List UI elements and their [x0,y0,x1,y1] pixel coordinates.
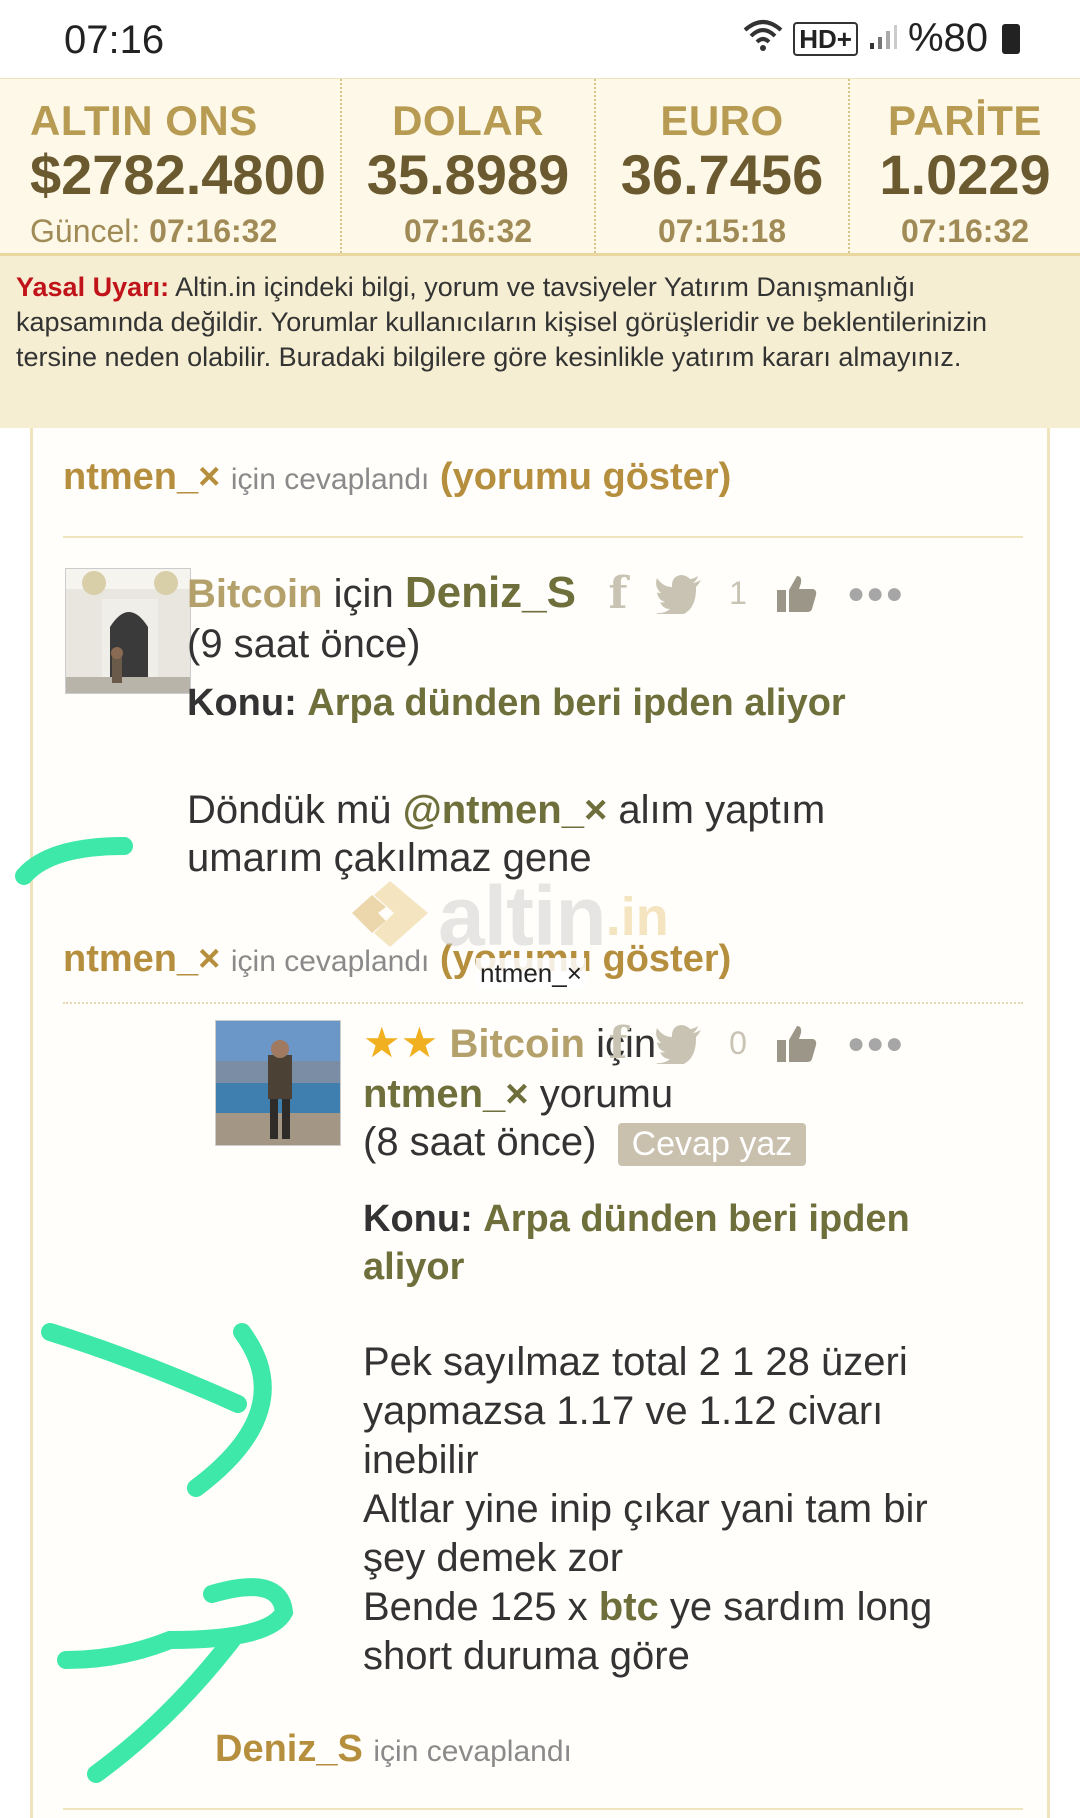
reply-header-user[interactable]: Deniz_S [215,1728,363,1770]
avatar[interactable] [215,1020,341,1146]
legal-warning-title: Yasal Uyarı: [16,272,170,302]
comment-body-line: short duruma göre [363,1634,690,1678]
comment-symbol[interactable]: Bitcoin [187,572,323,616]
comment-body-line: Altlar yine inip çıkar yani tam bir [363,1487,928,1531]
comments-panel: ntmen_× için cevaplandı (yorumu göster) … [30,428,1050,1818]
comment-topic-link[interactable]: Arpa dünden beri ipden [483,1198,909,1240]
ticker-value: 36.7456 [620,143,824,206]
like-count: 1 [729,575,747,611]
comment-time: (8 saat önce) [363,1120,597,1164]
comment-body-line: yapmazsa 1.17 ve 1.12 civarı [363,1389,884,1433]
comment-topic-link[interactable]: aliyor [363,1246,464,1289]
reply-button[interactable]: Cevap yaz [617,1122,807,1166]
network-type-badge: HD+ [793,21,858,56]
logo-icon [350,879,430,954]
more-options-icon[interactable]: ●●● [847,577,904,611]
comment-body-text: alım yaptım [618,788,826,832]
ticker-time: 07:15:18 [657,213,787,249]
divider [63,1002,1023,1004]
signal-icon [868,16,898,61]
facebook-share-icon[interactable]: f [593,1018,643,1069]
battery-icon [1002,23,1020,54]
ticker-value: 35.8989 [366,143,570,206]
watermark-text: altin [438,869,607,963]
reply-header: Deniz_S için cevaplandı [215,1728,572,1771]
price-ticker: ALTIN ONS $2782.4800 Güncel: 07:16:32 DO… [0,78,1080,256]
ticker-euro[interactable]: EURO 36.7456 07:15:18 [594,79,848,253]
comment-body-line: Bende 125 x btc ye sardım long [363,1585,932,1630]
like-icon[interactable] [775,1024,819,1064]
ticker-dollar[interactable]: DOLAR 35.8989 07:16:32 [340,79,594,253]
comment-body-text: ye sardım long [669,1585,933,1629]
ticker-time-value: 07:16:32 [149,213,278,249]
ticker-label: EURO [660,97,784,144]
comment-time-line: (8 saat önce) Cevap yaz [363,1120,807,1166]
status-bar: 07:16 HD+ %80 [0,0,1080,78]
battery-percent: %80 [907,16,988,60]
ticker-time: Güncel: 07:16:32 [30,213,340,250]
comment-body: Döndük mü @ntmen_× alım yaptım [187,788,825,833]
avatar[interactable] [65,568,191,694]
divider [63,1808,1023,1810]
wifi-icon [743,18,783,60]
like-count: 0 [729,1025,747,1061]
comment-author[interactable]: ntmen_× [363,1072,529,1116]
user-mention[interactable]: @ntmen_× [403,788,608,832]
comment-body-text: Bende 125 x [363,1585,588,1629]
comment-for-text: için [333,572,394,616]
comment-author-line: ntmen_× yorumu [363,1072,673,1117]
divider [63,536,1023,538]
comment-body-line: inebilir [363,1438,479,1482]
comment-header: Bitcoin için Deniz_S [187,568,576,618]
reply-header-user[interactable]: ntmen_× [63,456,220,498]
reply-header: ntmen_× için cevaplandı (yorumu göster) [63,456,731,499]
reply-header-text: için cevaplandı [230,463,430,496]
comment-actions: f 0 ●●● [593,1018,904,1069]
ticker-time: 07:16:32 [403,213,533,249]
ticker-value: 1.0229 [879,143,1051,206]
comment-symbol[interactable]: Bitcoin [449,1022,585,1066]
comment-topic-label: Konu: [187,682,297,724]
ticker-label: DOLAR [392,97,544,144]
twitter-share-icon[interactable] [655,1024,703,1067]
ticker-label: ALTIN ONS [30,97,258,144]
status-icons: HD+ %80 [743,16,1020,61]
like-icon[interactable] [775,574,819,614]
watermark-suffix: .in [605,886,669,947]
show-comment-link[interactable]: (yorumu göster) [440,456,731,498]
reply-header-text: için cevaplandı [373,1735,572,1768]
ticker-parity[interactable]: PARİTE 1.0229 07:16:32 [848,79,1080,253]
ticker-gold-ounce[interactable]: ALTIN ONS $2782.4800 Güncel: 07:16:32 [0,79,340,253]
ticker-time-label: Güncel: [30,213,141,249]
ticker-value: $2782.4800 [30,143,326,206]
facebook-share-icon[interactable]: f [593,568,643,619]
comment-author[interactable]: Deniz_S [405,568,576,617]
watermark: altin .in [350,868,669,965]
hover-tooltip: ntmen_× [476,958,586,989]
ticker-time: 07:16:32 [900,213,1030,249]
twitter-share-icon[interactable] [655,574,703,617]
comment-author-suffix: yorumu [539,1072,674,1116]
comment-time: (9 saat önce) [187,622,421,666]
comment-body-line: Pek sayılmaz total 2 1 28 üzeri [363,1340,908,1384]
legal-warning: Yasal Uyarı: Altin.in içindeki bilgi, yo… [0,256,1080,428]
comment-topic-link[interactable]: Arpa dünden beri ipden aliyor [307,682,845,724]
comment-topic: Konu: Arpa dünden beri ipden aliyor [187,682,846,725]
comment-body-text: Döndük mü [187,788,392,832]
ticker-label: PARİTE [888,97,1042,144]
reply-header-user[interactable]: ntmen_× [63,938,220,980]
rating-stars-icon: ★★ [363,1019,439,1066]
more-options-icon[interactable]: ●●● [847,1027,904,1061]
comment-topic-label: Konu: [363,1198,473,1240]
status-time: 07:16 [64,18,165,62]
tag-link[interactable]: btc [599,1585,659,1629]
comment-topic: Konu: Arpa dünden beri ipden [363,1198,910,1241]
comment-actions: f 1 ●●● [593,568,904,619]
comment-body-line: şey demek zor [363,1536,624,1580]
